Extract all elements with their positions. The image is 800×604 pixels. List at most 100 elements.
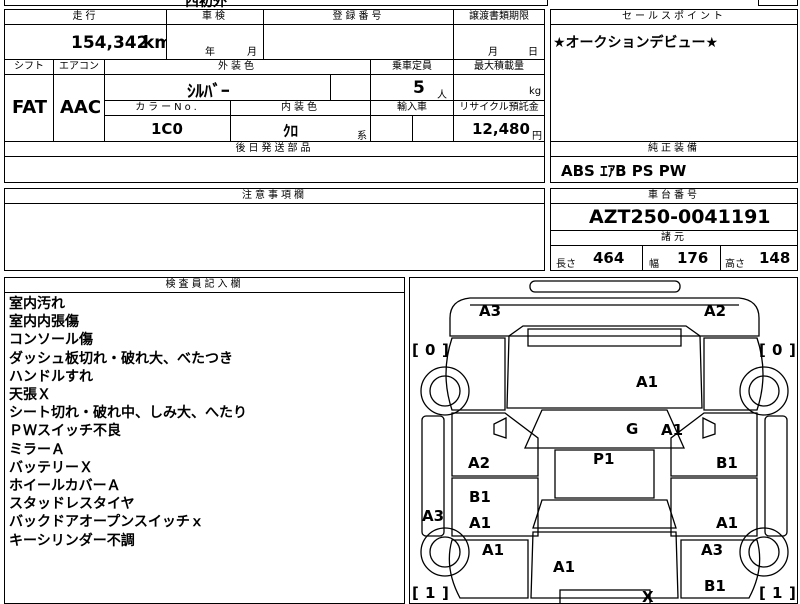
rear-window — [532, 499, 677, 529]
remark-item: ＰＷスイッチ不良 — [9, 423, 121, 440]
transfer-month-unit: 月 — [488, 47, 498, 58]
damage-mark: B1 — [469, 488, 491, 506]
sales-point-text: ★オークションデビュー★ — [553, 35, 719, 51]
capacity-unit: 人 — [437, 90, 447, 101]
remark-item: 天張Ｘ — [9, 387, 51, 404]
tire-depth-right-top: 0 — [772, 341, 782, 359]
max-load-cell: kg — [453, 74, 545, 101]
later-parts-header: 後日発送部品 — [4, 141, 545, 157]
shift-value: FAT — [12, 97, 48, 118]
damage-mark: X — [642, 588, 654, 604]
notes-cell — [4, 203, 545, 271]
shift-cell: FAT — [4, 74, 54, 142]
damage-mark: G — [626, 420, 638, 438]
recycle-cell: 12,480 円 — [453, 115, 545, 142]
car-diagram: [ 0 ] [ 0 ] [ 1 ] [ 1 ] A3 A2 A1 G A1 A2… — [412, 280, 796, 604]
recycle-header: リサイクル預託金 — [453, 100, 545, 116]
remark-item: ホイールカバーＡ — [9, 478, 121, 495]
remark-item: ミラーＡ — [9, 441, 65, 458]
remark-item: キーシリンダー不調 — [9, 532, 135, 549]
dimension-width-cell: 幅 176 — [642, 245, 721, 271]
top-strip-right — [758, 0, 798, 6]
height-label: 高さ — [725, 259, 745, 270]
inspector-remarks-cell: 室内汚れ 室内内張傷 コンソール傷 ダッシュ板切れ・破れ大、べたつき ハンドルす… — [4, 292, 405, 604]
tire-left-rear — [420, 527, 470, 577]
right-sill — [764, 415, 788, 537]
damage-mark: A1 — [661, 421, 683, 439]
bracket: [ — [412, 584, 419, 602]
exterior-color-value: ｼﾙﾊﾞｰ — [187, 82, 230, 102]
damage-mark: A3 — [479, 302, 501, 320]
remark-item: バックドアオープンスイッチｘ — [9, 514, 204, 531]
remark-item: 室内汚れ — [9, 296, 65, 312]
mileage-cell: 154,342 km — [4, 24, 172, 60]
top-strip — [4, 0, 548, 6]
damage-mark: A1 — [716, 514, 738, 532]
bracket: ] — [789, 584, 796, 602]
transfer-docs-cell: 月 日 — [453, 24, 545, 60]
capacity-value: 5 — [413, 78, 425, 98]
color-no-value: 1C0 — [151, 120, 183, 138]
remark-item: ハンドルすれ — [9, 368, 93, 385]
aircon-value: AAC — [60, 97, 102, 118]
bracket: ] — [442, 341, 449, 359]
aircon-cell: AAC — [53, 74, 105, 142]
damage-mark: A3 — [701, 541, 723, 559]
standard-equipment-cell: ABS ｴｱB PS PW — [550, 156, 798, 183]
tire-left-front-inner — [429, 375, 461, 407]
standard-equipment-header: 純正装備 — [550, 141, 798, 157]
tire-depth-left-bottom: 1 — [425, 584, 435, 602]
capacity-header: 乗車定員 — [370, 59, 454, 75]
import-cell-a — [370, 115, 413, 142]
sales-point-header: セールスポイント — [550, 9, 798, 25]
max-load-unit: kg — [529, 86, 542, 97]
registration-header: 登録番号 — [263, 9, 454, 25]
shift-header: シフト — [4, 59, 54, 75]
damage-mark: A1 — [482, 541, 504, 559]
tire-right-front-inner — [748, 375, 780, 407]
inspection-cell: 年 月 — [166, 24, 264, 60]
aircon-header: エアコン — [53, 59, 105, 75]
damage-mark: A1 — [469, 514, 491, 532]
tire-depth-left-top: 0 — [425, 341, 435, 359]
bracket: [ — [759, 584, 766, 602]
remark-item: ダッシュ板切れ・破れ大、べたつき — [9, 350, 233, 367]
tire-left-front — [420, 366, 470, 416]
chassis-cell: AZT250-0041191 — [550, 203, 798, 231]
tire-depth-right-bottom: 1 — [772, 584, 782, 602]
interior-color-header: 内装色 — [230, 100, 371, 116]
dimensions-header: 諸元 — [550, 230, 798, 246]
transfer-day-unit: 日 — [528, 47, 538, 58]
damage-mark: A3 — [422, 507, 444, 525]
interior-color-suffix: 系 — [357, 131, 367, 142]
hood-outline — [506, 325, 703, 409]
dimension-length-cell: 長さ 464 — [550, 245, 643, 271]
later-parts-cell — [4, 156, 545, 183]
left-front-fender — [445, 337, 506, 411]
right-mirror — [702, 416, 716, 439]
inspection-month-unit: 月 — [247, 47, 257, 58]
interior-color-value: ｸﾛ — [283, 122, 299, 140]
rear-bumper-outline — [559, 589, 651, 603]
mileage-header: 走行 — [4, 9, 167, 25]
front-bumper-outline — [529, 280, 681, 293]
height-value: 148 — [759, 249, 791, 267]
exterior-color-header: 外装色 — [104, 59, 371, 75]
damage-mark: A1 — [636, 373, 658, 391]
inspector-header: 検査員記入欄 — [4, 277, 405, 293]
tire-left-rear-inner — [429, 536, 461, 568]
chassis-header: 車台番号 — [550, 188, 798, 204]
grille — [527, 328, 682, 347]
color-no-header: カラーNo. — [104, 100, 231, 116]
left-mirror — [493, 416, 507, 439]
damage-mark: P1 — [593, 450, 614, 468]
notes-header: 注意事項欄 — [4, 188, 545, 204]
exterior-color-extra-cell — [330, 74, 371, 101]
bracket: [ — [412, 341, 419, 359]
chassis-number: AZT250-0041191 — [589, 206, 771, 228]
length-label: 長さ — [556, 259, 576, 270]
remark-item: シート切れ・破れ中、しみ大、へたり — [9, 405, 247, 422]
transfer-docs-header: 譲渡書類期限 — [453, 9, 545, 25]
damage-mark: A2 — [468, 454, 490, 472]
width-label: 幅 — [649, 259, 659, 270]
